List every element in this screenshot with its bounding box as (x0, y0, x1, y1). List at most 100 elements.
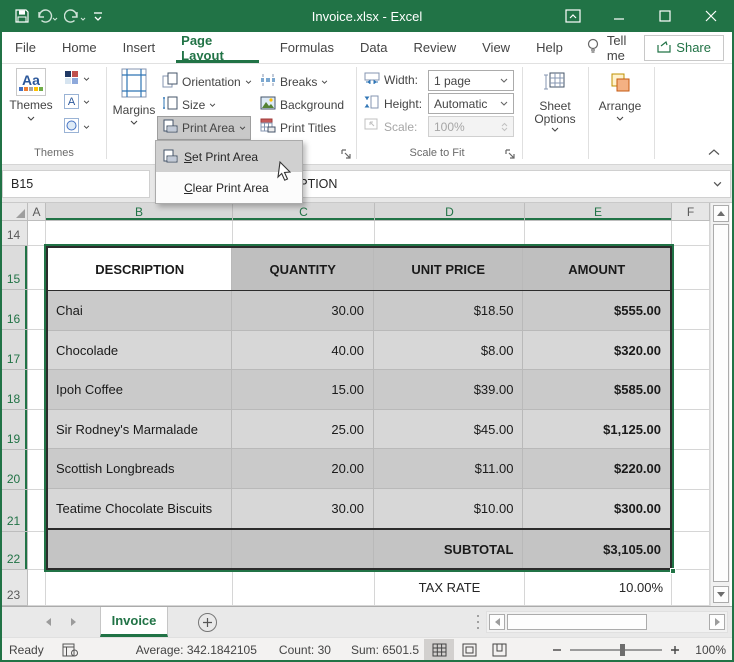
tab-data[interactable]: Data (351, 32, 396, 63)
scroll-right-button[interactable] (709, 614, 725, 630)
cell[interactable] (48, 530, 232, 568)
menu-item-set-print-area[interactable]: Set Print Area (156, 141, 302, 172)
cell[interactable]: Scottish Longbreads (48, 449, 232, 488)
theme-effects-button[interactable] (60, 116, 94, 138)
row-header-19[interactable]: 19 (0, 410, 28, 450)
cell[interactable]: 25.00 (232, 410, 374, 449)
macro-record-icon[interactable] (62, 643, 78, 657)
horizontal-scrollbar[interactable] (486, 611, 728, 633)
themes-button[interactable]: Aa Themes (8, 66, 54, 142)
customize-quick-access-icon[interactable] (92, 9, 104, 23)
cell[interactable]: Chocolade (48, 331, 232, 370)
tab-view[interactable]: View (473, 32, 519, 63)
name-box[interactable]: B15 (2, 170, 150, 198)
collapse-ribbon-icon[interactable] (708, 148, 720, 156)
sheet-tab-invoice[interactable]: Invoice (100, 607, 168, 637)
share-button[interactable]: Share (644, 35, 724, 61)
zoom-slider[interactable] (570, 649, 662, 651)
cell-subtotal-label[interactable]: SUBTOTAL (374, 530, 524, 568)
cell[interactable]: 40.00 (232, 331, 374, 370)
normal-view-button[interactable] (424, 639, 454, 661)
column-header-f[interactable]: F (672, 203, 710, 221)
row-header-14[interactable]: 14 (0, 221, 28, 246)
status-count[interactable]: Count: 30 (279, 643, 331, 657)
scroll-left-button[interactable] (489, 614, 505, 630)
cell[interactable]: $555.00 (523, 291, 670, 330)
cell-description-header[interactable]: DESCRIPTION (48, 248, 232, 290)
previous-sheet-icon[interactable] (46, 618, 51, 626)
expand-formula-bar-icon[interactable] (713, 181, 722, 187)
cell[interactable]: Ipoh Coffee (48, 370, 232, 409)
zoom-in-icon[interactable] (670, 645, 680, 655)
print-titles-button[interactable]: Print Titles (256, 116, 340, 139)
status-average[interactable]: Average: 342.1842105 (136, 643, 257, 657)
zoom-slider-thumb[interactable] (620, 644, 625, 656)
cell[interactable]: $10.00 (374, 489, 524, 529)
menu-item-clear-print-area[interactable]: Clear Print Area (156, 172, 302, 203)
tab-splitter-handle[interactable] (476, 614, 480, 630)
cell[interactable] (672, 450, 710, 490)
column-header-b[interactable]: B (46, 203, 233, 221)
orientation-button[interactable]: Orientation (158, 70, 256, 93)
tab-formulas[interactable]: Formulas (271, 32, 343, 63)
redo-icon[interactable] (64, 9, 86, 23)
height-select[interactable]: Automatic (428, 93, 514, 114)
print-area-button[interactable]: Print Area (157, 116, 251, 140)
tab-page-layout[interactable]: Page Layout (172, 32, 263, 63)
cell[interactable]: $300.00 (523, 489, 670, 529)
row-header-22[interactable]: 22 (0, 532, 28, 570)
cell[interactable]: $1,125.00 (523, 410, 670, 449)
cell[interactable] (28, 410, 46, 450)
breaks-button[interactable]: Breaks (256, 70, 332, 93)
cell[interactable]: $45.00 (374, 410, 524, 449)
tab-file[interactable]: File (6, 32, 45, 63)
close-icon[interactable] (688, 0, 734, 32)
cell[interactable] (232, 530, 374, 568)
size-button[interactable]: Size (158, 93, 220, 116)
scroll-down-button[interactable] (713, 586, 729, 603)
select-all-corner[interactable] (0, 203, 28, 221)
cell[interactable]: $11.00 (374, 449, 524, 488)
cell-amount-header[interactable]: AMOUNT (523, 248, 670, 290)
cell[interactable] (375, 221, 525, 246)
vertical-scrollbar-thumb[interactable] (713, 224, 729, 582)
cell[interactable]: $39.00 (374, 370, 524, 409)
background-button[interactable]: Background (256, 93, 348, 116)
row-header-16[interactable]: 16 (0, 290, 28, 330)
cell[interactable] (672, 570, 710, 606)
cell-unit-price-header[interactable]: UNIT PRICE (374, 248, 524, 290)
theme-fonts-button[interactable]: A (60, 92, 94, 111)
maximize-icon[interactable] (642, 0, 688, 32)
arrange-button[interactable]: Arrange (594, 66, 646, 142)
cell[interactable] (28, 221, 46, 246)
cell[interactable]: $18.50 (374, 291, 524, 330)
page-setup-dialog-launcher-icon[interactable] (340, 148, 353, 161)
zoom-level[interactable]: 100% (688, 643, 726, 657)
cell[interactable]: Sir Rodney's Marmalade (48, 410, 232, 449)
cell[interactable] (46, 570, 233, 606)
scale-to-fit-dialog-launcher-icon[interactable] (504, 148, 517, 161)
cell[interactable] (28, 370, 46, 410)
cell[interactable] (672, 330, 710, 370)
width-select[interactable]: 1 page (428, 70, 514, 91)
cell[interactable] (28, 330, 46, 370)
column-header-e[interactable]: E (525, 203, 672, 221)
cell-tax-rate-label[interactable]: TAX RATE (375, 570, 525, 606)
sheet-options-button[interactable]: Sheet Options (527, 66, 583, 142)
formula-input[interactable]: DESCRIPTION (243, 170, 731, 198)
cell[interactable] (672, 410, 710, 450)
tab-home[interactable]: Home (53, 32, 106, 63)
cell[interactable] (28, 570, 46, 606)
cell[interactable] (672, 370, 710, 410)
cell[interactable] (28, 532, 46, 570)
save-icon[interactable] (14, 8, 30, 24)
cell[interactable] (672, 532, 710, 570)
row-header-17[interactable]: 17 (0, 330, 28, 370)
tab-help[interactable]: Help (527, 32, 572, 63)
margins-button[interactable]: Margins (112, 66, 156, 142)
cell[interactable] (525, 221, 672, 246)
cell[interactable] (672, 290, 710, 330)
cell[interactable]: Chai (48, 291, 232, 330)
cell[interactable]: 20.00 (232, 449, 374, 488)
tab-review[interactable]: Review (405, 32, 466, 63)
